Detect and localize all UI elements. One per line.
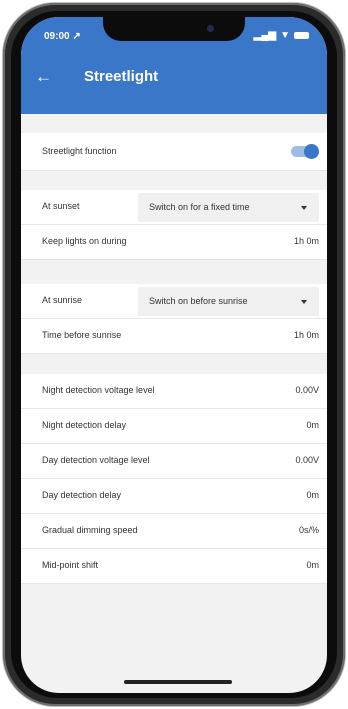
battery-icon xyxy=(294,32,309,39)
app-bar: 09:00 ↗ ▂▄▆ ▼ ← Streetlight xyxy=(21,17,327,114)
status-icons: ▂▄▆ ▼ xyxy=(254,30,309,41)
home-indicator xyxy=(124,680,232,684)
setting-label: Night detection voltage level xyxy=(42,385,155,395)
setting-label: Night detection delay xyxy=(42,420,127,430)
night-detection-delay-row[interactable]: Night detection delay 0m xyxy=(21,409,327,444)
at-sunrise-row: At sunrise Switch on before sunrise xyxy=(21,284,327,319)
section-gap xyxy=(21,354,327,374)
keep-lights-on-label: Keep lights on during xyxy=(42,236,127,246)
keep-lights-on-value: 1h 0m xyxy=(293,236,319,246)
sunrise-mode-selected: Switch on before sunrise xyxy=(149,296,248,306)
setting-value: 0m xyxy=(306,560,319,570)
phone-screen: 09:00 ↗ ▂▄▆ ▼ ← Streetlight Streetlight … xyxy=(21,17,327,693)
caret-down-icon xyxy=(301,206,307,210)
at-sunset-label: At sunset xyxy=(42,201,80,211)
notch xyxy=(103,17,245,41)
time-before-sunrise-value: 1h 0m xyxy=(293,330,319,340)
night-detection-voltage-row[interactable]: Night detection voltage level 0.00V xyxy=(21,374,327,409)
time-before-sunrise-row[interactable]: Time before sunrise 1h 0m xyxy=(21,319,327,354)
setting-label: Gradual dimming speed xyxy=(42,525,138,535)
camera-icon xyxy=(207,25,214,32)
sunset-mode-selected: Switch on for a fixed time xyxy=(149,202,250,212)
day-detection-voltage-row[interactable]: Day detection voltage level 0.00V xyxy=(21,444,327,479)
wifi-icon: ▼ xyxy=(280,30,290,41)
setting-value: 0m xyxy=(306,420,319,430)
gradual-dimming-speed-row[interactable]: Gradual dimming speed 0s/% xyxy=(21,514,327,549)
settings-list: Streetlight function At sunset Switch on… xyxy=(21,114,327,584)
setting-value: 0m xyxy=(306,490,319,500)
streetlight-function-row[interactable]: Streetlight function xyxy=(21,133,327,171)
caret-down-icon xyxy=(301,300,307,304)
status-time: 09:00 ↗ xyxy=(44,31,81,42)
at-sunrise-label: At sunrise xyxy=(42,295,83,305)
location-arrow-icon: ↗ xyxy=(72,31,81,42)
section-gap xyxy=(21,260,327,284)
section-gap xyxy=(21,171,327,190)
page-title: Streetlight xyxy=(84,68,159,85)
streetlight-function-label: Streetlight function xyxy=(42,146,117,156)
sunrise-mode-dropdown[interactable]: Switch on before sunrise xyxy=(138,287,319,316)
toggle-knob xyxy=(304,144,319,159)
setting-label: Day detection voltage level xyxy=(42,455,150,465)
section-gap xyxy=(21,114,327,133)
setting-value: 0s/% xyxy=(298,525,319,535)
day-detection-delay-row[interactable]: Day detection delay 0m xyxy=(21,479,327,514)
setting-label: Day detection delay xyxy=(42,490,122,500)
streetlight-function-toggle[interactable] xyxy=(291,144,319,159)
setting-value: 0.00V xyxy=(295,385,319,395)
keep-lights-on-row[interactable]: Keep lights on during 1h 0m xyxy=(21,225,327,260)
back-arrow-icon[interactable]: ← xyxy=(35,67,52,87)
setting-value: 0.00V xyxy=(295,455,319,465)
status-time-text: 09:00 xyxy=(44,31,70,42)
setting-label: Mid-point shift xyxy=(42,560,99,570)
at-sunset-row: At sunset Switch on for a fixed time xyxy=(21,190,327,225)
sunset-mode-dropdown[interactable]: Switch on for a fixed time xyxy=(138,193,319,222)
mid-point-shift-row[interactable]: Mid-point shift 0m xyxy=(21,549,327,584)
time-before-sunrise-label: Time before sunrise xyxy=(42,330,122,340)
signal-icon: ▂▄▆ xyxy=(253,30,277,41)
